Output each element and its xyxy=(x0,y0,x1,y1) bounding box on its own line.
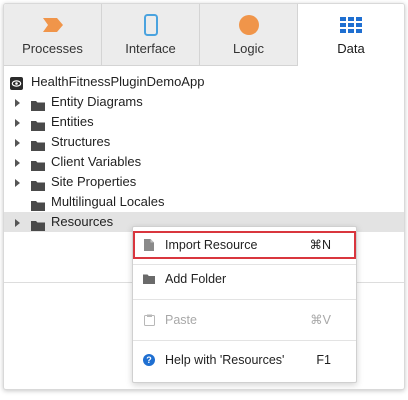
data-icon xyxy=(338,14,364,36)
tree-item-label: Multilingual Locales xyxy=(51,194,165,209)
folder-icon xyxy=(31,97,45,111)
menu-item-import-resource[interactable]: Import Resource ⌘N xyxy=(133,231,356,259)
menu-item-label: Import Resource xyxy=(165,238,258,252)
folder-icon xyxy=(143,273,155,285)
tab-bar: Processes Interface Logic Data xyxy=(4,4,404,66)
tree-item-label: Entities xyxy=(51,114,94,129)
tree-item-label: Client Variables xyxy=(51,154,142,169)
context-menu: Import Resource ⌘N Add Folder Paste ⌘V ?… xyxy=(132,226,357,383)
tree-item-site-properties[interactable]: Site Properties xyxy=(4,172,404,192)
tree-item-entity-diagrams[interactable]: Entity Diagrams xyxy=(4,92,404,112)
folder-icon xyxy=(31,197,45,211)
svg-text:?: ? xyxy=(146,355,152,365)
expand-arrow-icon[interactable] xyxy=(15,139,20,147)
menu-separator xyxy=(133,340,356,341)
tree-item-structures[interactable]: Structures xyxy=(4,132,404,152)
menu-item-shortcut: ⌘V xyxy=(310,313,331,327)
app-panel: Processes Interface Logic Data HealthFit… xyxy=(3,3,405,390)
tab-processes[interactable]: Processes xyxy=(4,4,102,66)
tab-interface[interactable]: Interface xyxy=(102,4,200,66)
tree-root[interactable]: HealthFitnessPluginDemoApp xyxy=(4,72,404,92)
app-icon xyxy=(10,76,23,90)
menu-item-label: Help with 'Resources' xyxy=(165,353,285,367)
expand-arrow-icon[interactable] xyxy=(15,99,20,107)
tree-item-label: Structures xyxy=(51,134,111,149)
expand-arrow-icon[interactable] xyxy=(15,219,20,227)
logic-icon xyxy=(236,14,262,36)
tab-label: Processes xyxy=(22,41,83,56)
tab-data[interactable]: Data xyxy=(298,4,404,66)
tab-logic[interactable]: Logic xyxy=(200,4,298,66)
tree-item-multilingual-locales[interactable]: Multilingual Locales xyxy=(4,192,404,212)
processes-icon xyxy=(40,14,66,36)
menu-item-help-resources[interactable]: ? Help with 'Resources' F1 xyxy=(133,346,356,374)
expand-arrow-icon[interactable] xyxy=(15,179,20,187)
menu-item-label: Paste xyxy=(165,313,197,327)
menu-item-add-folder[interactable]: Add Folder xyxy=(133,265,356,293)
folder-icon xyxy=(31,177,45,191)
clipboard-icon xyxy=(143,314,155,326)
folder-icon xyxy=(31,137,45,151)
tree-item-label: Site Properties xyxy=(51,174,137,189)
menu-item-paste[interactable]: Paste ⌘V xyxy=(133,306,356,334)
tab-label: Interface xyxy=(125,41,176,56)
expand-arrow-icon[interactable] xyxy=(15,159,20,167)
help-icon: ? xyxy=(143,354,155,366)
expand-arrow-icon[interactable] xyxy=(15,119,20,127)
data-tree: HealthFitnessPluginDemoApp Entity Diagra… xyxy=(4,72,404,232)
folder-icon xyxy=(31,157,45,171)
tab-label: Logic xyxy=(232,41,265,56)
folder-icon xyxy=(31,217,45,231)
tree-item-entities[interactable]: Entities xyxy=(4,112,404,132)
menu-item-shortcut: F1 xyxy=(316,353,331,367)
tree-item-label: Resources xyxy=(51,214,114,229)
folder-icon xyxy=(31,117,45,131)
interface-icon xyxy=(138,14,164,36)
tree-item-client-variables[interactable]: Client Variables xyxy=(4,152,404,172)
tree-root-label: HealthFitnessPluginDemoApp xyxy=(31,74,205,89)
file-icon xyxy=(143,239,155,251)
menu-separator xyxy=(133,299,356,300)
tree-item-label: Entity Diagrams xyxy=(51,94,143,109)
menu-item-shortcut: ⌘N xyxy=(309,238,331,252)
tab-label: Data xyxy=(337,41,365,56)
menu-item-label: Add Folder xyxy=(165,272,227,286)
